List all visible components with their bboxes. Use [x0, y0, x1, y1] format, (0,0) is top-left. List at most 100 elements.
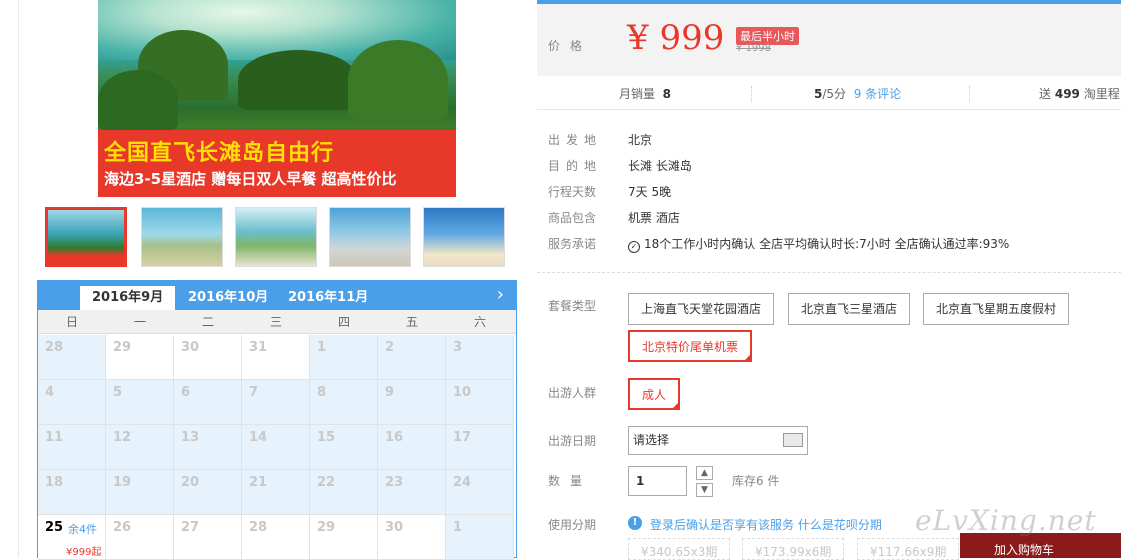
thumbnail-strip [45, 207, 517, 271]
calendar-day[interactable]: 6 [174, 380, 242, 425]
calendar-day[interactable]: 11 [38, 425, 106, 470]
info-value-promise: ✓ 18个工作小时内确认 全店平均确认时长:7小时 全店确认通过率:93% [628, 235, 1009, 253]
calendar-day[interactable]: 31 [242, 335, 310, 380]
price-box: 价格 ¥ 999 最后半小时 ¥ 1998 [537, 4, 1121, 76]
calendar-day[interactable]: 13 [174, 425, 242, 470]
calendar-day[interactable]: 1 [446, 515, 514, 560]
day-number: 8 [317, 385, 327, 400]
day-number: 14 [249, 430, 268, 445]
calendar-day[interactable]: 1 [310, 335, 378, 380]
calendar-day[interactable]: 30 [378, 515, 446, 560]
weekday: 六 [473, 315, 486, 329]
product-gallery: 全国直飞长滩岛自由行 海边3-5星酒店 赠每日双人早餐 超高性价比 2016年9… [37, 0, 517, 560]
installment-plan-6[interactable]: ¥173.99x6期 [742, 538, 845, 560]
calendar-day[interactable]: 15 [310, 425, 378, 470]
divider [18, 0, 19, 558]
calendar-day[interactable]: 28 [242, 515, 310, 560]
calendar-day[interactable]: 16 [378, 425, 446, 470]
weekday: 四 [337, 315, 350, 329]
calendar-day[interactable]: 18 [38, 470, 106, 515]
day-number: 9 [385, 385, 395, 400]
calendar-day[interactable]: 23 [378, 470, 446, 515]
weekday: 一 [133, 315, 146, 329]
day-number: 3 [453, 340, 463, 355]
calendar-day[interactable]: 29 [106, 335, 174, 380]
product-details: 价格 ¥ 999 最后半小时 ¥ 1998 月销量 8 5/5分 9 条评论 送… [537, 0, 1121, 560]
calendar-day[interactable]: 27 [174, 515, 242, 560]
calendar-day[interactable]: 17 [446, 425, 514, 470]
points-suffix: 淘里程 [1083, 87, 1120, 101]
package-label: 套餐类型 [548, 299, 597, 313]
tab-month-sep[interactable]: 2016年9月 [80, 286, 176, 310]
travelers-label: 出游人群 [548, 386, 597, 400]
tab-month-oct[interactable]: 2016年10月 [176, 286, 280, 310]
thumbnail-4[interactable] [329, 207, 411, 267]
calendar-day[interactable]: 25 余4件 ¥999起 [38, 515, 106, 560]
installment-label: 使用分期 [548, 518, 597, 532]
package-option-1[interactable]: 上海直飞天堂花园酒店 [628, 293, 775, 325]
date-picker-input[interactable]: 请选择 [628, 426, 808, 455]
traveler-option-adult[interactable]: 成人 [628, 378, 681, 410]
installment-plan-9[interactable]: ¥117.66x9期 [857, 538, 960, 560]
calendar-day[interactable]: 9 [378, 380, 446, 425]
info-label-includes: 商品包含 [548, 211, 597, 225]
thumbnail-1[interactable] [45, 207, 127, 267]
calendar-day[interactable]: 22 [310, 470, 378, 515]
stock-text: 库存6 件 [732, 474, 780, 488]
calendar-day[interactable]: 19 [106, 470, 174, 515]
info-label-promise: 服务承诺 [548, 237, 597, 251]
day-number: 29 [113, 340, 132, 355]
divider [537, 272, 1121, 273]
day-number: 15 [317, 430, 336, 445]
calendar-day[interactable]: 8 [310, 380, 378, 425]
points-prefix: 送 [1039, 87, 1052, 101]
calendar-day[interactable]: 21 [242, 470, 310, 515]
thumbnail-2[interactable] [141, 207, 223, 267]
calendar-day[interactable]: 24 [446, 470, 514, 515]
weekday: 日 [65, 315, 78, 329]
calendar-day[interactable]: 14 [242, 425, 310, 470]
info-value-origin: 北京 [628, 133, 653, 147]
day-number: 5 [113, 385, 123, 400]
increase-icon[interactable]: ▲ [696, 466, 713, 480]
calendar-day[interactable]: 26 [106, 515, 174, 560]
chevron-right-icon[interactable]: › [497, 284, 504, 305]
day-number: 29 [317, 520, 336, 535]
calendar-day[interactable]: 7 [242, 380, 310, 425]
calendar-day[interactable]: 20 [174, 470, 242, 515]
package-option-3[interactable]: 北京直飞星期五度假村 [923, 293, 1070, 325]
package-option-2[interactable]: 北京直飞三星酒店 [788, 293, 911, 325]
calendar-day[interactable]: 4 [38, 380, 106, 425]
what-is-huabei-link[interactable]: 什么是花呗分期 [798, 518, 882, 532]
calendar-day[interactable]: 5 [106, 380, 174, 425]
calendar-day[interactable]: 29 [310, 515, 378, 560]
day-number: 19 [113, 475, 132, 490]
calendar-day[interactable]: 30 [174, 335, 242, 380]
calendar-day[interactable]: 28 [38, 335, 106, 380]
tab-month-nov[interactable]: 2016年11月 [276, 286, 380, 310]
day-number: 31 [249, 340, 268, 355]
day-number: 20 [181, 475, 200, 490]
quantity-label: 数量 [548, 474, 593, 488]
installment-plan-3[interactable]: ¥340.65x3期 [628, 538, 731, 560]
decrease-icon[interactable]: ▼ [696, 483, 713, 497]
thumbnail-3[interactable] [235, 207, 317, 267]
departure-calendar: 2016年9月 2016年10月 2016年11月 › 日 一 二 三 四 五 … [37, 280, 517, 560]
package-option-4[interactable]: 北京特价尾单机票 [628, 330, 753, 362]
thumbnail-5[interactable] [423, 207, 505, 267]
main-product-image: 全国直飞长滩岛自由行 海边3-5星酒店 赠每日双人早餐 超高性价比 [98, 0, 456, 197]
calendar-day[interactable]: 10 [446, 380, 514, 425]
day-number: 17 [453, 430, 472, 445]
day-number: 28 [249, 520, 268, 535]
calendar-day[interactable]: 2 [378, 335, 446, 380]
calendar-icon[interactable] [783, 433, 803, 447]
day-price: ¥999起 [66, 547, 102, 558]
day-number: 30 [181, 340, 200, 355]
calendar-day[interactable]: 12 [106, 425, 174, 470]
watermark: eLvXing.net [915, 504, 1097, 537]
login-link[interactable]: 登录后确认是否享有该服务 [650, 518, 794, 532]
calendar-day[interactable]: 3 [446, 335, 514, 380]
reviews-link[interactable]: 9 条评论 [854, 87, 901, 101]
day-number: 4 [45, 385, 55, 400]
quantity-input[interactable]: 1 [628, 466, 687, 496]
